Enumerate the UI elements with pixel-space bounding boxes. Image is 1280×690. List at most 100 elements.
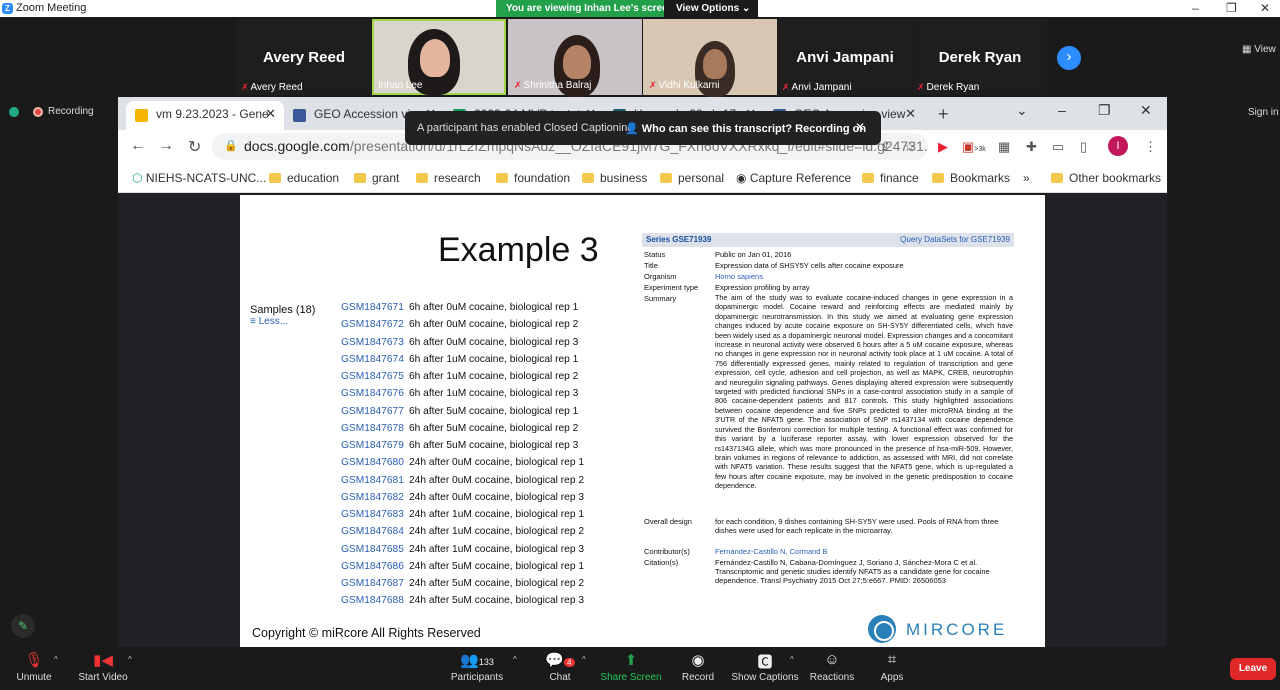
browser-minimize-icon[interactable]: – xyxy=(1058,102,1066,118)
chat-button[interactable]: 💬 4 Chat xyxy=(520,651,600,683)
sample-id-link[interactable]: GSM1847686 xyxy=(341,561,409,572)
back-icon[interactable]: ← xyxy=(130,137,146,155)
sample-id-link[interactable]: GSM1847673 xyxy=(341,337,409,348)
bookmark-folder[interactable]: finance xyxy=(862,171,919,185)
sample-id-link[interactable]: GSM1847675 xyxy=(341,371,409,382)
bookmarks-overflow[interactable]: » xyxy=(1023,171,1030,185)
sample-description: 6h after 1uM cocaine, biological rep 2 xyxy=(409,371,579,382)
close-tab-icon[interactable]: ✕ xyxy=(265,106,276,122)
sample-description: 6h after 1uM cocaine, biological rep 1 xyxy=(409,353,579,365)
organism-link[interactable]: Homo sapiens xyxy=(715,272,1013,281)
qr-code-icon[interactable]: ▦ xyxy=(998,139,1010,155)
sample-id-link[interactable]: GSM1847688 xyxy=(341,595,409,606)
sample-id-link[interactable]: GSM1847682 xyxy=(341,492,409,503)
tab-search-icon[interactable]: ⌄ xyxy=(1016,102,1028,119)
sample-description: 6h after 0uM cocaine, biological rep 2 xyxy=(409,319,579,331)
bookmark-folder[interactable]: Bookmarks xyxy=(932,171,1010,185)
sign-in-link[interactable]: Sign in xyxy=(1248,107,1279,118)
sample-description: 6h after 5uM cocaine, biological rep 3 xyxy=(409,440,579,451)
side-panel-icon[interactable]: ▯ xyxy=(1080,139,1087,155)
sample-row: GSM1847686 24h after 5uM cocaine, biologi… xyxy=(341,561,584,572)
bookmark-folder[interactable]: business xyxy=(582,171,647,185)
sample-row: GSM1847678 6h after 5uM cocaine, biologic… xyxy=(341,423,578,434)
contributors-link[interactable]: Fernández-Castillo N, Cormand B xyxy=(715,547,1013,556)
browser-restore-icon[interactable]: ❐ xyxy=(1098,102,1111,119)
sample-id-link[interactable]: GSM1847672 xyxy=(341,319,409,330)
view-options-button[interactable]: View Options ⌄ xyxy=(664,0,758,17)
bookmark-item[interactable]: ◉ Capture Reference xyxy=(736,171,851,185)
folder-icon xyxy=(416,173,428,183)
chat-options-icon[interactable]: ^ xyxy=(582,655,586,664)
sample-id-link[interactable]: GSM1847687 xyxy=(341,578,409,589)
extensions-puzzle-icon[interactable]: ✚ xyxy=(1026,139,1037,155)
close-notice-icon[interactable]: ✕ xyxy=(855,120,865,134)
sample-id-link[interactable]: GSM1847683 xyxy=(341,509,409,520)
participant-tile[interactable]: Derek Ryan ✗ Derek Ryan xyxy=(913,19,1047,95)
bookmark-folder[interactable]: research xyxy=(416,171,481,185)
other-bookmarks[interactable]: Other bookmarks xyxy=(1051,171,1161,185)
bookmark-folder[interactable]: foundation xyxy=(496,171,570,185)
less-link[interactable]: ≡ Less... xyxy=(250,316,288,327)
audio-options-icon[interactable]: ^ xyxy=(54,655,58,664)
profile-avatar[interactable]: I xyxy=(1108,136,1128,156)
folder-icon xyxy=(862,173,874,183)
sample-id-link[interactable]: GSM1847674 xyxy=(341,354,409,365)
participant-video-tile[interactable]: ✗ Vidhi Kulkarni xyxy=(643,19,777,97)
close-tab-icon[interactable]: ✕ xyxy=(905,106,916,122)
next-page-icon[interactable]: › xyxy=(1057,46,1081,70)
new-tab-icon[interactable]: + xyxy=(938,104,949,125)
sample-id-link[interactable]: GSM1847679 xyxy=(341,440,409,451)
sample-id-link[interactable]: GSM1847677 xyxy=(341,406,409,417)
restore-icon[interactable]: ❐ xyxy=(1226,1,1237,15)
security-shield-icon[interactable] xyxy=(9,107,19,117)
sample-description: 24h after 5uM cocaine, biological rep 2 xyxy=(409,578,584,589)
folder-icon xyxy=(582,173,594,183)
query-datasets-link[interactable]: Query DataSets for GSE71939 xyxy=(900,235,1010,244)
bookmark-item[interactable]: ⬡ NIEHS-NCATS-UNC... xyxy=(132,171,266,185)
forward-icon[interactable]: → xyxy=(158,137,174,155)
view-layout-button[interactable]: ▦ View xyxy=(1242,44,1276,55)
participants-options-icon[interactable]: ^ xyxy=(513,655,517,664)
bookmark-folder[interactable]: personal xyxy=(660,171,724,185)
sample-description: 24h after 5uM cocaine, biological rep 3 xyxy=(409,595,584,607)
sample-id-link[interactable]: GSM1847678 xyxy=(341,423,409,434)
apps-button[interactable]: ⌗ Apps xyxy=(852,651,932,683)
tab-google-slides[interactable]: vm 9.23.2023 - Gene ✕ xyxy=(126,101,284,130)
minimize-icon[interactable]: – xyxy=(1192,1,1199,15)
bookmark-star-icon[interactable]: ☆ xyxy=(904,139,916,155)
participant-video-tile[interactable]: ✗ Shrinitha Balraj xyxy=(508,19,642,97)
viewing-text: You are viewing Inhan Lee's screen xyxy=(506,3,674,14)
cast-icon[interactable]: ▭ xyxy=(1052,139,1064,155)
share-page-icon[interactable]: ⇪ xyxy=(880,139,891,155)
slide-title: Example 3 xyxy=(438,231,599,269)
muted-mic-icon: ✗ xyxy=(241,82,249,92)
video-options-icon[interactable]: ^ xyxy=(128,655,132,664)
close-icon[interactable]: ✕ xyxy=(1260,1,1270,15)
browser-close-icon[interactable]: ✕ xyxy=(1140,102,1152,119)
bookmark-folder[interactable]: grant xyxy=(354,171,399,185)
annotate-pencil-icon[interactable]: ✎ xyxy=(11,614,35,638)
participant-tile[interactable]: Avery Reed ✗ Avery Reed xyxy=(237,19,371,95)
closed-caption-notice: A participant has enabled Closed Caption… xyxy=(405,111,881,145)
bookmark-folder[interactable]: education xyxy=(269,171,339,185)
sample-id-link[interactable]: GSM1847671 xyxy=(341,302,409,313)
sample-id-link[interactable]: GSM1847680 xyxy=(341,457,409,468)
extension-badge-icon[interactable]: ▣>3k xyxy=(962,139,986,155)
muted-mic-icon: ✗ xyxy=(649,80,657,90)
sample-description: 6h after 1uM cocaine, biological rep 3 xyxy=(409,388,579,400)
youtube-extension-icon[interactable]: ▶ xyxy=(938,139,948,155)
sample-row: GSM1847679 6h after 5uM cocaine, biologic… xyxy=(341,440,578,451)
participants-button[interactable]: 👥133 Participants xyxy=(437,651,517,683)
leave-button[interactable]: Leave xyxy=(1230,658,1276,680)
participant-video-tile[interactable]: Inhan Lee xyxy=(372,19,506,95)
participant-big-name: Avery Reed xyxy=(263,49,345,66)
chrome-menu-icon[interactable]: ⋮ xyxy=(1144,139,1157,155)
participant-big-name: Derek Ryan xyxy=(938,49,1022,66)
sample-id-link[interactable]: GSM1847684 xyxy=(341,526,409,537)
reload-icon[interactable]: ↻ xyxy=(188,137,201,157)
transcript-link[interactable]: 👤 Who can see this transcript? Recording… xyxy=(625,122,866,135)
sample-id-link[interactable]: GSM1847681 xyxy=(341,475,409,486)
sample-id-link[interactable]: GSM1847676 xyxy=(341,388,409,399)
sample-id-link[interactable]: GSM1847685 xyxy=(341,544,409,555)
participant-tile[interactable]: Anvi Jampani ✗ Anvi Jampani xyxy=(778,19,912,95)
